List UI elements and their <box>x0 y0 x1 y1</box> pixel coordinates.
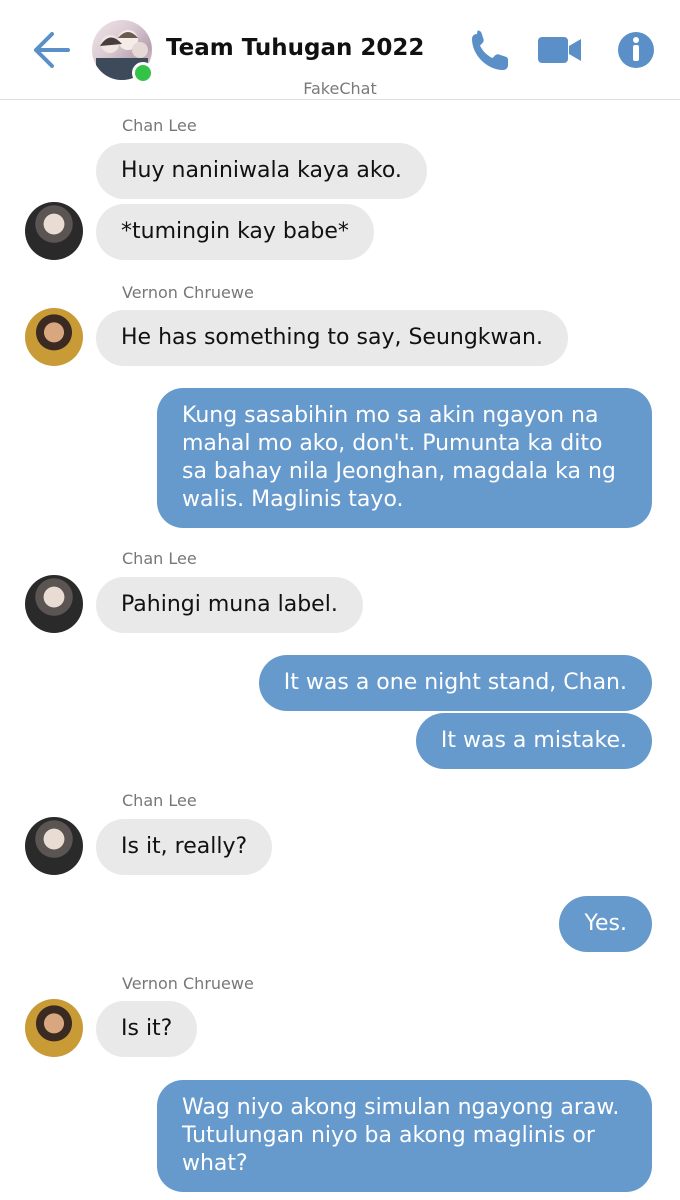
phone-icon[interactable] <box>466 28 514 72</box>
avatar-vernon-chruewe[interactable] <box>25 308 83 366</box>
avatar-chan-lee[interactable] <box>25 202 83 260</box>
sender-name: Chan Lee <box>122 791 197 810</box>
incoming-message[interactable]: Is it? <box>96 1001 198 1057</box>
outgoing-message[interactable]: Kung sasabihin mo sa akin ngayon na maha… <box>157 388 652 528</box>
info-icon[interactable] <box>612 28 660 72</box>
outgoing-message[interactable]: It was a mistake. <box>415 713 652 769</box>
sender-name: Vernon Chruewe <box>122 283 254 302</box>
incoming-message[interactable]: Pahingi muna label. <box>96 577 363 633</box>
sender-name: Chan Lee <box>122 549 197 568</box>
back-arrow-icon[interactable] <box>30 30 74 70</box>
incoming-message[interactable]: Is it, really? <box>96 819 273 875</box>
outgoing-message[interactable]: Wag niyo akong simulan ngayong araw. Tut… <box>157 1080 652 1192</box>
incoming-message[interactable]: Huy naniniwala kaya ako. <box>96 143 427 199</box>
chat-subtitle: FakeChat <box>303 79 377 98</box>
avatar-vernon-chruewe[interactable] <box>25 999 83 1057</box>
sender-name: Chan Lee <box>122 116 197 135</box>
video-camera-icon[interactable] <box>536 28 584 72</box>
avatar-chan-lee[interactable] <box>25 817 83 875</box>
chat-title[interactable]: Team Tuhugan 2022 <box>166 35 424 61</box>
incoming-message[interactable]: He has something to say, Seungkwan. <box>96 310 568 366</box>
outgoing-message[interactable]: Yes. <box>559 896 652 952</box>
outgoing-message[interactable]: It was a one night stand, Chan. <box>258 655 652 711</box>
incoming-message[interactable]: *tumingin kay babe* <box>96 204 374 260</box>
chat-header: Team Tuhugan 2022 FakeChat <box>0 0 680 100</box>
sender-name: Vernon Chruewe <box>122 974 254 993</box>
avatar-chan-lee[interactable] <box>25 575 83 633</box>
